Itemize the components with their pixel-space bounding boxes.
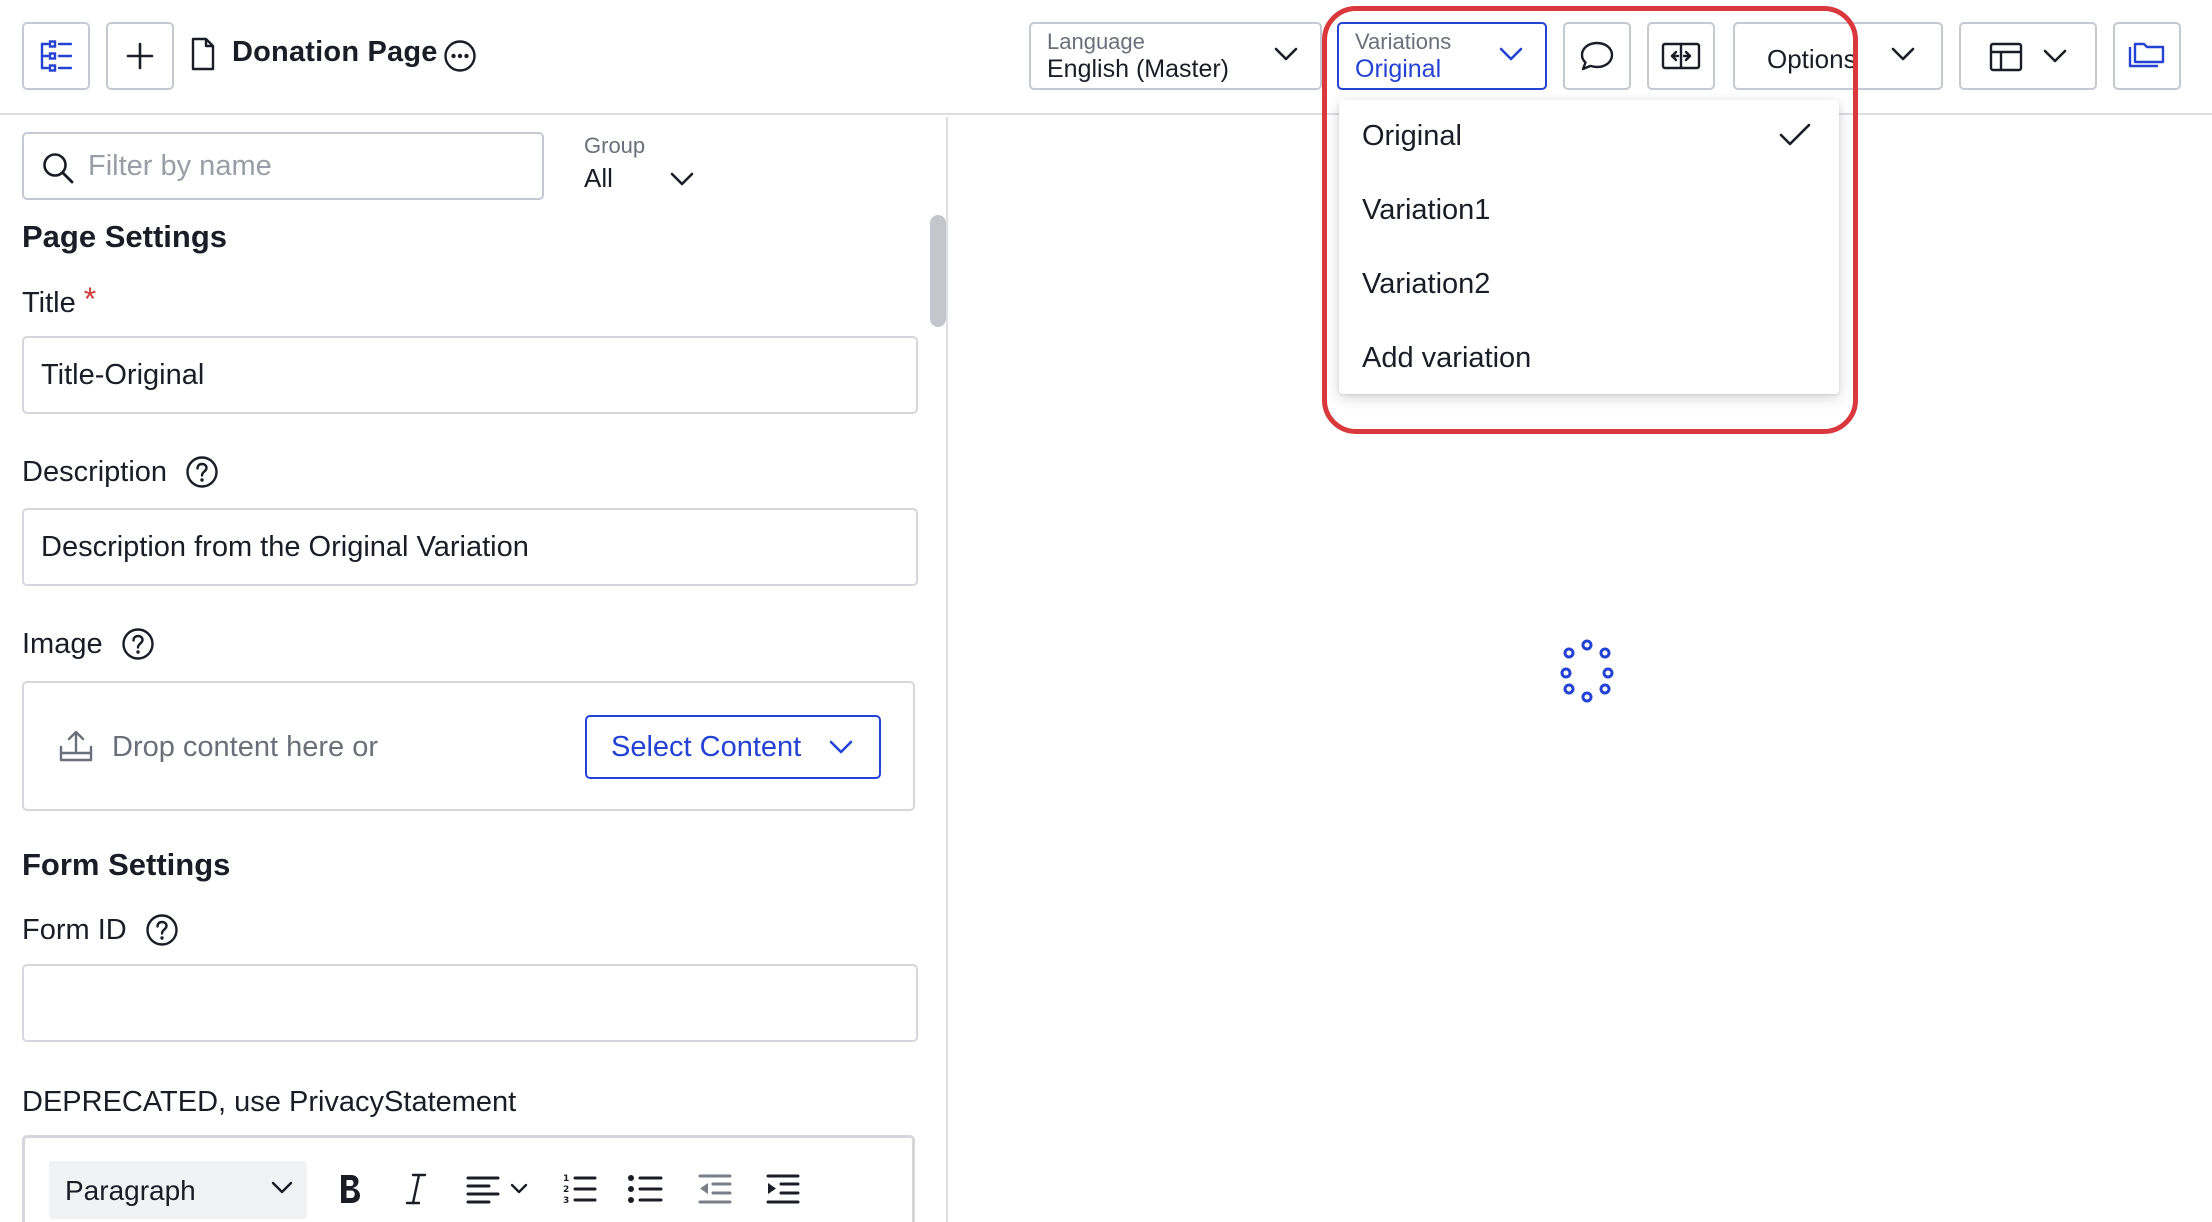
scrollbar[interactable] (930, 215, 946, 327)
title-input[interactable]: Title-Original (22, 336, 918, 414)
bullet-list-icon[interactable] (627, 1172, 663, 1206)
svg-text:3: 3 (563, 1196, 569, 1206)
drop-content-text: Drop content here or (112, 731, 378, 763)
bold-icon[interactable] (337, 1172, 363, 1206)
help-icon[interactable] (121, 627, 155, 661)
title-label-row: Title * (22, 281, 96, 322)
chevron-down-icon (2043, 49, 2067, 63)
align-left-icon[interactable] (465, 1172, 535, 1206)
image-label-row: Image (22, 627, 155, 661)
menu-item-label: Add variation (1362, 342, 1532, 374)
language-select[interactable]: Language English (Master) (1029, 22, 1322, 90)
language-select-value: English (Master) (1047, 55, 1229, 83)
group-select-value: All (584, 163, 613, 193)
filter-input[interactable] (88, 146, 528, 186)
group-select-label: Group (584, 133, 646, 158)
chevron-down-icon (829, 740, 853, 754)
options-button[interactable]: Options (1733, 22, 1943, 90)
compare-button[interactable] (1647, 22, 1715, 90)
assets-button[interactable] (2113, 22, 2181, 90)
menu-item-variation1[interactable]: Variation1 (1339, 174, 1839, 248)
layout-icon (1989, 42, 2023, 72)
document-icon (191, 37, 215, 71)
page-settings-heading: Page Settings (22, 219, 227, 254)
help-icon[interactable] (145, 913, 179, 947)
description-label-row: Description (22, 455, 219, 489)
select-content-label: Select Content (611, 731, 802, 763)
form-id-label-row: Form ID (22, 913, 179, 947)
menu-item-original[interactable]: Original (1339, 100, 1839, 174)
form-settings-heading: Form Settings (22, 847, 231, 882)
menu-item-label: Variation1 (1362, 194, 1491, 226)
image-label: Image (22, 627, 103, 660)
layout-button[interactable] (1959, 22, 2097, 90)
deprecated-label: DEPRECATED, use PrivacyStatement (22, 1086, 517, 1118)
loading-spinner-icon (1558, 639, 1616, 705)
required-marker: * (83, 281, 97, 317)
variations-select[interactable]: Variations Original (1337, 22, 1547, 90)
more-options-icon[interactable] (443, 39, 477, 73)
variations-select-value: Original (1355, 55, 1442, 83)
page-title: Donation Page (232, 36, 438, 68)
checkmark-icon (1779, 123, 1811, 146)
image-dropzone[interactable]: Drop content here or Select Content (22, 681, 915, 811)
help-icon[interactable] (185, 455, 219, 489)
menu-item-label: Original (1362, 120, 1462, 152)
rich-text-editor: Paragraph 1 2 3 (22, 1135, 915, 1222)
menu-item-variation2[interactable]: Variation2 (1339, 248, 1839, 322)
search-icon (43, 153, 74, 184)
title-label: Title (22, 287, 76, 319)
chevron-down-icon (1274, 47, 1298, 61)
form-id-label: Form ID (22, 913, 127, 946)
chevron-down-icon (1891, 47, 1915, 61)
chevron-down-icon (670, 172, 694, 186)
outdent-icon[interactable] (697, 1172, 733, 1206)
language-select-label: Language (1047, 29, 1145, 54)
svg-text:1: 1 (563, 1174, 569, 1184)
menu-item-add-variation[interactable]: Add variation (1339, 322, 1839, 396)
upload-icon (59, 730, 93, 762)
comments-button[interactable] (1563, 22, 1631, 90)
chevron-down-icon (271, 1181, 293, 1194)
numbered-list-icon[interactable]: 123 (561, 1172, 597, 1206)
form-id-input[interactable] (22, 964, 918, 1042)
properties-panel: Group All Page Settings Title * Title-Or… (0, 117, 948, 1222)
italic-icon[interactable] (405, 1172, 427, 1206)
description-input[interactable]: Description from the Original Variation (22, 508, 918, 586)
chevron-down-icon (1499, 47, 1523, 61)
folders-icon (2128, 42, 2165, 68)
filter-box[interactable] (22, 132, 544, 200)
compare-arrows-icon (1661, 42, 1701, 70)
variations-menu: Original Variation1 Variation2 Add varia… (1339, 100, 1839, 394)
paragraph-style-select[interactable]: Paragraph (49, 1161, 307, 1219)
menu-item-label: Variation2 (1362, 268, 1491, 300)
cms-editor: Donation Page Language English (Master) … (0, 0, 2212, 1222)
indent-icon[interactable] (765, 1172, 801, 1206)
add-button[interactable] (106, 22, 174, 90)
description-label: Description (22, 455, 168, 488)
paragraph-style-value: Paragraph (65, 1175, 196, 1206)
plus-icon (126, 42, 154, 70)
speech-bubble-icon (1580, 41, 1614, 71)
top-toolbar: Donation Page Language English (Master) … (0, 0, 2212, 115)
tree-list-icon (40, 40, 73, 72)
options-label: Options (1767, 44, 1857, 74)
variations-select-label: Variations (1355, 29, 1452, 54)
select-content-button[interactable]: Select Content (585, 715, 881, 779)
svg-text:2: 2 (563, 1185, 569, 1195)
content-tree-button[interactable] (22, 22, 90, 90)
group-select[interactable]: Group All (584, 133, 714, 201)
